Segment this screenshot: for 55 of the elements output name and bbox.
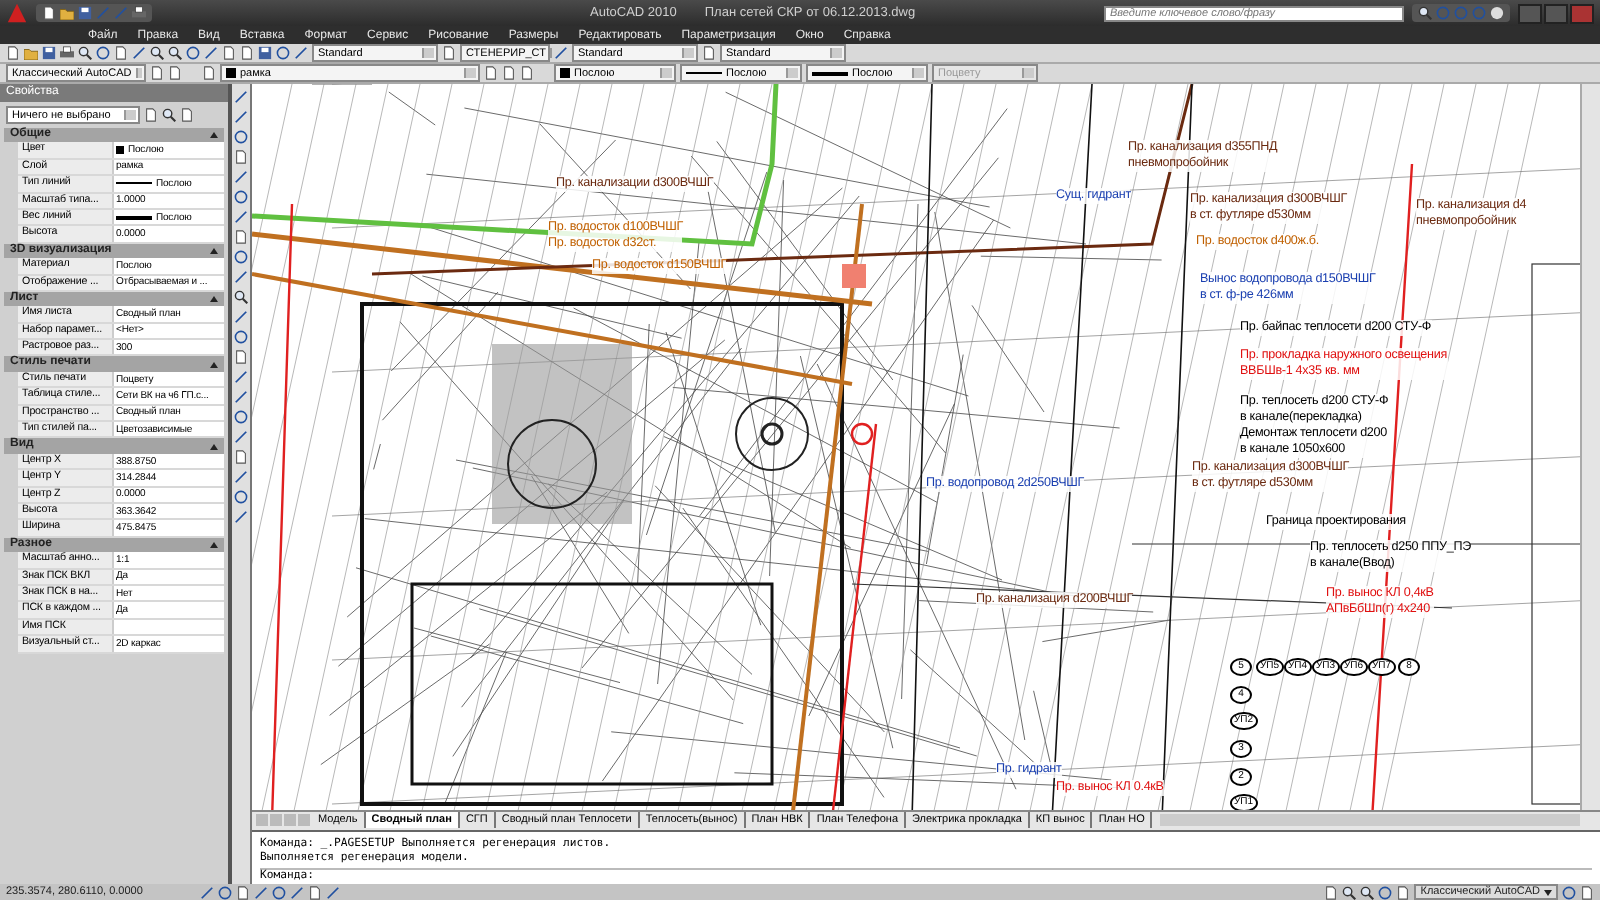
line-icon[interactable]	[234, 510, 248, 524]
color-swatch-icon	[560, 68, 570, 78]
line-icon[interactable]	[234, 270, 248, 284]
magnifier-icon[interactable]	[1418, 6, 1432, 20]
folder-icon[interactable]	[60, 6, 74, 20]
circle-icon[interactable]	[272, 885, 286, 899]
color-swatch-icon	[226, 68, 236, 78]
circle-icon[interactable]	[1378, 885, 1393, 899]
document-icon[interactable]	[144, 108, 158, 122]
magnifier-icon[interactable]	[1360, 885, 1375, 899]
magnifier-icon[interactable]	[234, 290, 248, 304]
circle-icon[interactable]	[186, 46, 200, 60]
line-icon[interactable]	[234, 470, 248, 484]
horizontal-scrollbar[interactable]	[1160, 814, 1580, 827]
line-icon[interactable]	[234, 390, 248, 404]
line-icon[interactable]	[234, 310, 248, 324]
line-icon[interactable]	[234, 210, 248, 224]
magnifier-icon[interactable]	[1342, 885, 1357, 899]
circle-icon[interactable]	[96, 46, 110, 60]
line-icon[interactable]	[234, 170, 248, 184]
circle-icon[interactable]	[218, 885, 232, 899]
document-icon[interactable]	[234, 230, 248, 244]
circle-icon[interactable]	[234, 330, 248, 344]
line-icon[interactable]	[132, 46, 146, 60]
line-icon[interactable]	[294, 46, 308, 60]
vertical-scrollbar[interactable]	[1580, 84, 1600, 810]
circle-icon[interactable]	[234, 130, 248, 144]
document-icon[interactable]	[180, 108, 194, 122]
document-icon[interactable]	[42, 6, 56, 20]
magnifier-icon[interactable]	[168, 46, 182, 60]
magnifier-icon[interactable]	[150, 46, 164, 60]
document-icon[interactable]	[234, 350, 248, 364]
line-icon[interactable]	[290, 885, 304, 899]
line-icon[interactable]	[234, 370, 248, 384]
line-icon[interactable]	[234, 430, 248, 444]
document-icon[interactable]	[234, 450, 248, 464]
document-icon[interactable]	[234, 150, 248, 164]
circle-icon[interactable]	[234, 490, 248, 504]
circle-icon[interactable]	[276, 46, 290, 60]
line-icon[interactable]	[326, 885, 340, 899]
line-icon[interactable]	[234, 110, 248, 124]
close-button[interactable]	[1570, 3, 1594, 23]
circle-icon[interactable]	[1562, 885, 1576, 899]
printer-icon[interactable]	[132, 6, 146, 20]
line-icon[interactable]	[200, 885, 214, 899]
line-icon[interactable]	[234, 90, 248, 104]
line-icon[interactable]	[204, 46, 218, 60]
line-icon[interactable]	[554, 46, 568, 60]
magnifier-icon[interactable]	[78, 46, 92, 60]
magnifier-icon[interactable]	[162, 108, 176, 122]
circle-icon[interactable]	[234, 190, 248, 204]
printer-icon[interactable]	[60, 46, 74, 60]
circle-icon[interactable]	[234, 410, 248, 424]
circle-icon[interactable]	[234, 250, 248, 264]
line-icon[interactable]	[254, 885, 268, 899]
